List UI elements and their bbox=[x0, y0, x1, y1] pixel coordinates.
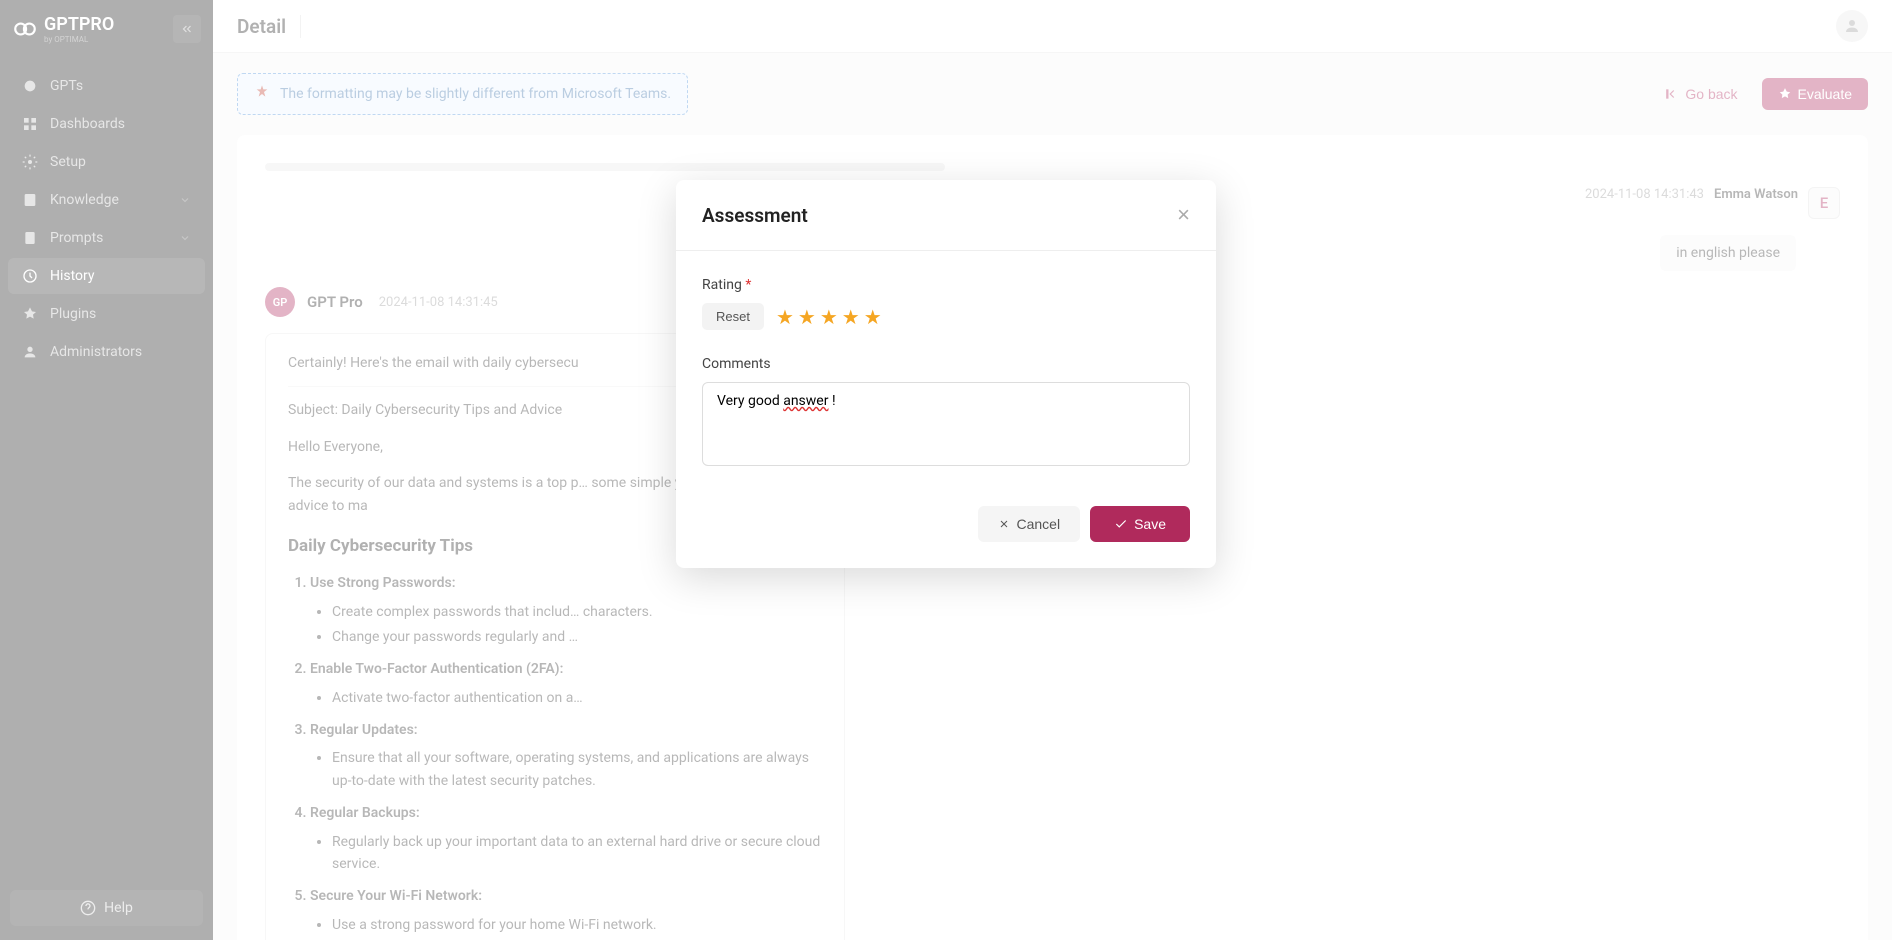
modal-close-button[interactable]: × bbox=[1177, 202, 1190, 228]
comments-input[interactable]: Very good answer ! bbox=[702, 382, 1190, 466]
star-2[interactable]: ★ bbox=[798, 305, 816, 329]
star-rating: ★ ★ ★ ★ ★ bbox=[776, 305, 882, 329]
close-icon: × bbox=[1177, 202, 1190, 227]
check-icon bbox=[1114, 517, 1128, 531]
save-label: Save bbox=[1134, 516, 1166, 532]
rating-label: Rating * bbox=[702, 277, 1190, 293]
star-1[interactable]: ★ bbox=[776, 305, 794, 329]
modal-body: Rating * Reset ★ ★ ★ ★ ★ Comments Very g… bbox=[676, 251, 1216, 492]
required-mark: * bbox=[745, 277, 751, 293]
rating-row: Reset ★ ★ ★ ★ ★ bbox=[702, 303, 1190, 330]
star-3[interactable]: ★ bbox=[820, 305, 838, 329]
cancel-label: Cancel bbox=[1016, 516, 1060, 532]
x-icon bbox=[998, 518, 1010, 530]
star-4[interactable]: ★ bbox=[842, 305, 860, 329]
reset-button[interactable]: Reset bbox=[702, 303, 764, 330]
cancel-button[interactable]: Cancel bbox=[978, 506, 1080, 542]
star-5[interactable]: ★ bbox=[864, 305, 882, 329]
modal-overlay[interactable]: Assessment × Rating * Reset ★ ★ ★ ★ ★ Co… bbox=[0, 0, 1892, 940]
modal-title: Assessment bbox=[702, 204, 808, 227]
save-button[interactable]: Save bbox=[1090, 506, 1190, 542]
modal-footer: Cancel Save bbox=[676, 492, 1216, 568]
assessment-modal: Assessment × Rating * Reset ★ ★ ★ ★ ★ Co… bbox=[676, 180, 1216, 568]
comments-label: Comments bbox=[702, 356, 1190, 372]
modal-header: Assessment × bbox=[676, 180, 1216, 251]
